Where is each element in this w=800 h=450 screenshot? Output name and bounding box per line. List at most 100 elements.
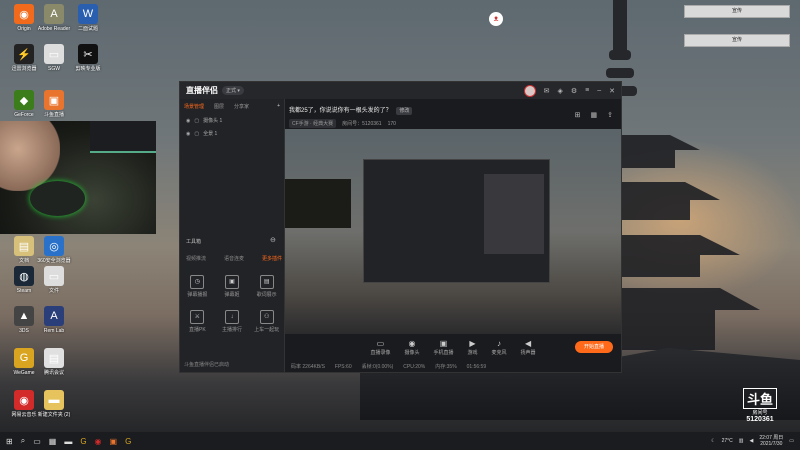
wegame-taskbar-icon[interactable]: G [80,437,86,446]
app-icon: ✂ [78,44,98,64]
tool-label: 歌词展示 [256,292,277,298]
app-icon: G [14,348,34,368]
cat-icon: ᴥ [489,12,503,26]
tool-item[interactable]: ◷ 弹幕播报 [180,275,215,298]
status-item: 内存:35% [435,364,457,370]
status-bar: 码率 2264KB/S FPS:60 丢帧:0(0.00%) CPU:20% 内存:35… [285,361,621,372]
control-button[interactable]: ◉ 摄像头 [404,339,419,356]
app-icon: W [78,4,98,24]
tool-label: 弹幕播报 [187,292,208,298]
control-label: 摄像头 [404,350,420,356]
edit-title-button[interactable]: 修改 [396,107,413,115]
add-icon[interactable]: + [277,103,280,110]
version-badge[interactable]: 正式 ▾ [222,86,244,95]
douyu-taskbar-icon[interactable]: ▣ [110,437,118,446]
minimize-icon[interactable]: – [597,87,601,94]
close-icon[interactable]: ✕ [609,87,615,95]
desktop-icon[interactable]: ◎ 360安全浏览器 [34,236,74,264]
tool-item[interactable]: ⚔ 直播PK [180,310,215,333]
top-right-button-2[interactable]: 宣传 [684,34,790,47]
tool-grid: ◷ 弹幕播报 ▣ 弹幕姬 ▤ 歌词展示 ⚔ 直播PK ↓ 主播排行 ⚇ 上车一起玩 [180,275,284,333]
tool-item[interactable]: ↓ 主播排行 [215,310,250,333]
tool-icon: ⚔ [190,310,205,324]
clock-date: 2021/7/30 [760,441,783,447]
scene-item[interactable]: ◉ ▢ 全景 1 [180,127,284,140]
message-icon[interactable]: ✉ [544,87,550,95]
tool-tab-plugins[interactable]: 更多插件 [262,255,282,262]
preview-webcam [285,179,351,228]
windows-start-icon[interactable]: ⊞ [6,437,13,446]
lock-icon[interactable]: ▢ [194,118,199,124]
app-icon: ◎ [44,236,64,256]
tool-tab-video[interactable]: 视频推流 [186,255,206,262]
desktop-icon[interactable]: ▬ 新建文件夹 (2) [34,390,74,418]
tool-item[interactable]: ⚇ 上车一起玩 [249,310,284,333]
music-taskbar-icon[interactable]: ◉ [95,437,102,446]
desktop-icon[interactable]: ▭ 文件 [34,266,74,294]
tab-scenes[interactable]: 场景管理 [184,103,204,110]
lock-icon[interactable]: ▢ [194,131,199,137]
desktop-icon-label: 新建文件夹 (2) [37,412,71,418]
desktop-icon-label: 剪映专业版 [75,66,101,72]
desktop-icon[interactable]: ▤ 腾讯会议 [34,348,74,376]
weather-icon[interactable]: ☾ [711,438,715,444]
control-label: 游戏 [467,350,478,356]
desktop-icon[interactable]: ▣ 斗鱼直播 [34,90,74,118]
task-view-icon[interactable]: ▭ [33,437,41,446]
desktop-icon[interactable]: W 二面试题 [68,4,108,32]
tool-item[interactable]: ▣ 弹幕姬 [215,275,250,298]
control-icon: ▶ [469,339,476,348]
top-right-button-1[interactable]: 宣传 [684,5,790,18]
search-icon[interactable]: ⌕ [21,436,25,446]
app-taskbar-icon[interactable]: G [125,437,131,446]
tool-item[interactable]: ▤ 歌词展示 [249,275,284,298]
volume-icon[interactable]: ◀ [750,438,754,444]
tool-tab-voice[interactable]: 语音连麦 [224,255,244,262]
control-button[interactable]: ▭ 直播录像 [370,339,390,356]
layout-icon[interactable]: ▦ [591,111,598,119]
settings-icon[interactable]: ⚙ [571,87,577,95]
desktop-icon-label: 斗鱼直播 [43,112,64,118]
main-panel: 我都25了，你说说你有一根头发的了？ 修改 CF手游 · 经典大赛 房间号：51… [285,99,621,372]
link-icon[interactable]: ⊞ [575,111,581,119]
desktop-icon-label: 360安全浏览器 [37,258,71,264]
app-icon: ▤ [14,236,34,256]
control-icon: ▣ [439,339,448,348]
share-icon[interactable]: ⇪ [607,111,613,119]
tab-layers[interactable]: 图层 [214,103,224,110]
scene-item[interactable]: ◉ ▢ 摄像头 1 [180,114,284,127]
desktop-icon[interactable]: ✂ 剪映专业版 [68,44,108,72]
app-icon: ◉ [14,4,34,24]
eye-icon[interactable]: ◉ [186,118,190,124]
avatar[interactable] [523,84,536,97]
title-bar: 直播伴侣 正式 ▾ ✉ ◈ ⚙ ≡ – ✕ [180,82,621,99]
desktop-icon-label: 二面试题 [77,26,98,32]
control-button[interactable]: ◀ 扬声器 [521,339,536,356]
control-button[interactable]: ♪ 麦克风 [492,339,507,356]
room-title: 我都25了，你说说你有一根头发的了？ [289,108,392,114]
clock[interactable]: 22:07 周日 2021/7/30 [759,435,783,447]
app-icon: ▤ [44,348,64,368]
category-chip[interactable]: CF手游 · 经典大赛 [289,119,337,128]
stream-preview [285,129,621,334]
control-label: 手机直播 [433,350,454,356]
tab-share[interactable]: 分享家 [234,103,249,110]
app-icon: ▬ [44,390,64,410]
gift-icon[interactable]: ◈ [557,87,562,95]
start-live-button[interactable]: 开始直播 [575,341,613,353]
tool-label: 弹幕姬 [224,292,240,298]
status-item: CPU:20% [403,363,426,370]
desktop-icon[interactable]: A Rem Lab [34,306,74,334]
control-button[interactable]: ▣ 手机直播 [433,339,453,356]
eye-icon[interactable]: ◉ [186,131,190,137]
menu-icon[interactable]: ≡ [585,87,589,94]
explorer-icon[interactable]: ▬ [64,437,72,446]
notification-icon[interactable]: ▭ [789,438,794,444]
temperature: 27°C [721,438,733,444]
control-bar: ▭ 直播录像 ◉ 摄像头 ▣ 手机直播 ▶ 游戏 ♪ 麦克风 ◀ 扬声器 [285,339,621,361]
control-button[interactable]: ▶ 游戏 [468,339,478,356]
network-icon[interactable]: ▥ [739,438,744,444]
widgets-icon[interactable]: ▦ [49,437,57,446]
toolbox-more-icon[interactable]: ⊖ [270,236,276,244]
app-icon: A [44,306,64,326]
